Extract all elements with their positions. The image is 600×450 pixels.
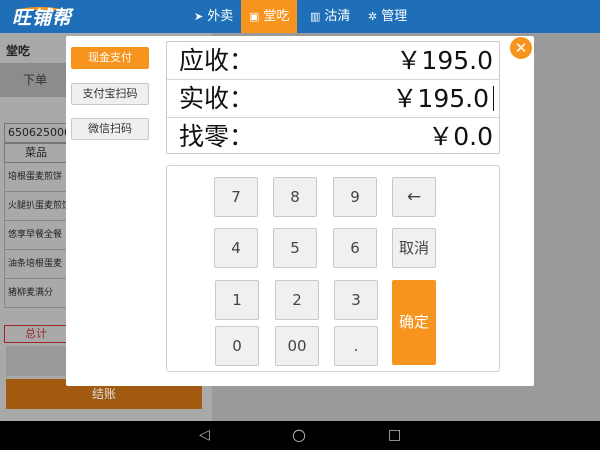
receivable-row: 应收： ￥195.0 [167,42,499,79]
text-cursor [493,86,494,111]
received-input[interactable]: ￥195.0 [392,80,489,117]
key-2[interactable]: 2 [275,280,319,320]
change-value: ￥0.0 [428,122,493,151]
alipay-scan-tab[interactable]: 支付宝扫码 [71,83,149,105]
cancel-key[interactable]: 取消 [392,228,436,268]
backspace-key[interactable]: ← [392,177,436,217]
dish-row[interactable]: 火腿扒蛋麦煎饼 [4,192,68,221]
numeric-keypad: 7 8 9 ← 4 5 6 取消 1 2 3 确定 0 00 . [166,165,500,372]
nav-tab-takeout[interactable]: ➤ 外卖 [186,0,241,33]
wechat-scan-tab[interactable]: 微信扫码 [71,118,149,140]
order-id-field: 650625000 [4,123,68,143]
key-1[interactable]: 1 [215,280,259,320]
nav-tab-label: 堂吃 [263,9,290,24]
dish-row[interactable]: 培根蛋麦煎饼 [4,163,68,192]
home-nav-icon[interactable]: ○ [292,426,306,444]
key-00[interactable]: 00 [275,326,319,366]
nav-tab-sold-out[interactable]: ▥ 沽清 [302,0,358,33]
app-logo: 旺铺帮 [12,7,73,29]
decimal-key[interactable]: . [334,326,378,366]
gear-icon: ✲ [368,10,378,23]
dish-row[interactable]: 悠享早餐全餐 [4,221,68,250]
receivable-label: 应收： [179,46,255,75]
section-title: 堂吃 [6,44,31,58]
key-0[interactable]: 0 [215,326,259,366]
received-row[interactable]: 实收： ￥195.0 [167,79,499,116]
key-3[interactable]: 3 [334,280,378,320]
key-5[interactable]: 5 [273,228,317,268]
nav-tab-dine-in[interactable]: ▣ 堂吃 [241,0,298,33]
confirm-key[interactable]: 确定 [392,280,436,365]
key-4[interactable]: 4 [214,228,258,268]
nav-tab-label: 沽清 [324,9,351,24]
recents-nav-icon[interactable]: □ [388,426,401,444]
dish-row[interactable]: 猪柳麦满分 [4,279,68,308]
dish-column-header: 菜品 [4,143,68,163]
send-icon: ➤ [194,10,204,23]
amounts-panel: 应收： ￥195.0 实收： ￥195.0 找零： ￥0.0 [166,41,500,154]
nav-tab-label: 外卖 [207,9,234,24]
received-label: 实收： [179,84,255,113]
chart-icon: ▥ [310,10,321,23]
total-label: 总计 [4,325,68,343]
grey-bar [6,346,66,376]
receivable-value: ￥195.0 [396,46,493,75]
app-header: 旺铺帮 ➤ 外卖 ▣ 堂吃 ▥ 沽清 ✲ 管理 [0,0,600,33]
nav-tab-manage[interactable]: ✲ 管理 [360,0,415,33]
change-label: 找零： [179,122,255,151]
order-button[interactable]: 下单 [0,63,70,97]
nav-tab-label: 管理 [381,9,408,24]
dine-icon: ▣ [249,10,260,23]
key-9[interactable]: 9 [333,177,377,217]
key-6[interactable]: 6 [333,228,377,268]
change-row: 找零： ￥0.0 [167,117,499,154]
system-nav-bar: ◁ ○ □ [0,421,600,450]
cash-payment-tab[interactable]: 现金支付 [71,47,149,69]
back-nav-icon[interactable]: ◁ [199,426,210,444]
payment-dialog: 现金支付 支付宝扫码 微信扫码 应收： ￥195.0 实收： ￥195.0 找零… [66,36,534,386]
close-icon[interactable]: ✕ [510,37,532,59]
dish-row[interactable]: 油条培根蛋麦 [4,250,68,279]
key-8[interactable]: 8 [273,177,317,217]
key-7[interactable]: 7 [214,177,258,217]
